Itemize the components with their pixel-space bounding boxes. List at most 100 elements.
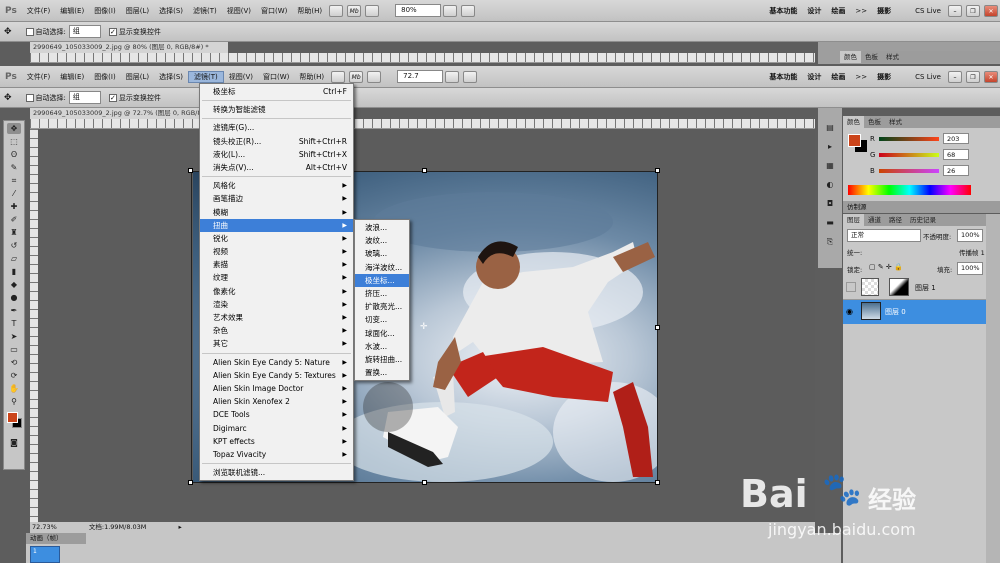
tab-clone-source[interactable]: 仿制源 [843,203,867,211]
hand-icon[interactable] [443,4,458,17]
minibridge-button-front[interactable]: Mb [349,70,364,83]
brush-tool-icon[interactable]: ✐ [7,214,21,225]
b-value[interactable]: 26 [943,165,969,176]
actions-panel-icon[interactable]: ▸ [823,141,837,152]
tab-color[interactable]: 颜色 [843,116,864,128]
filter-menu-item[interactable]: 转换为智能滤镜 [200,103,353,116]
distort-menu-item[interactable]: 海洋波纹... [355,261,409,274]
filter-menu-item[interactable]: 杂色 ▶ [200,324,353,337]
filter-menu-item[interactable]: 像素化 ▶ [200,285,353,298]
filter-menu-item[interactable]: 浏览联机滤镜... [200,466,353,479]
filter-menu-item[interactable]: 消失点(V)... Alt+Ctrl+V [200,161,353,174]
minimize-icon-front[interactable]: – [948,70,962,83]
filter-menu-item[interactable]: 滤镜库(G)... [200,121,353,134]
bridge-icon[interactable] [329,4,344,17]
layer-row[interactable]: 图层 1 [843,276,986,300]
filter-menu-item[interactable]: 液化(L)... Shift+Ctrl+X [200,148,353,161]
eyedropper-tool-icon[interactable]: ⁄ [7,188,21,199]
blur-tool-icon[interactable]: ◆ [7,279,21,290]
show-transform-checkbox-front[interactable]: ✓ [108,93,117,102]
restore-icon-front[interactable]: ❐ [966,70,980,83]
3d-camera-tool-icon[interactable]: ⟳ [7,370,21,381]
lock-icons[interactable]: ▢ ✎ ✛ 🔒 [869,263,903,271]
back-doc-tab[interactable]: 2990649_105033009_2.jpg @ 80% (图层 0, RGB… [30,42,228,53]
masks-panel-icon[interactable]: ◘ [823,198,837,209]
rotate-view-icon[interactable] [461,4,476,17]
r-value[interactable]: 203 [943,133,969,144]
workspace-essentials[interactable]: 基本功能 [764,6,802,16]
auto-select-checkbox[interactable] [25,27,34,36]
adjustments-panel-icon[interactable]: ◐ [823,179,837,190]
tab-paths[interactable]: 路径 [885,214,906,226]
hand-icon-front[interactable] [445,70,460,83]
type-tool-icon[interactable]: T [7,318,21,329]
distort-menu-item[interactable]: 旋转扭曲... [355,353,409,366]
workspace-essentials-front[interactable]: 基本功能 [764,72,802,82]
filter-menu-item[interactable]: DCE Tools ▶ [200,408,353,421]
distort-menu-item[interactable]: 切变... [355,313,409,326]
tab-channels[interactable]: 通道 [864,214,885,226]
visibility-toggle[interactable] [846,282,856,292]
bridge-icon-front[interactable] [331,70,346,83]
minimize-icon[interactable]: – [948,4,962,17]
healing-tool-icon[interactable]: ✚ [7,201,21,212]
menu-image-front[interactable]: 图像(I) [89,72,121,82]
eye-icon[interactable]: ◉ [846,307,853,316]
filter-menu-item[interactable]: 艺术效果 ▶ [200,311,353,324]
tab-history[interactable]: 历史记录 [906,214,940,226]
transform-handle-tl[interactable] [188,168,193,173]
filter-menu-item[interactable]: 扭曲 ▶ [200,218,353,232]
doc-tab[interactable]: 2990649_105033009_2.jpg @ 72.7% (图层 0, R… [30,108,200,119]
minibridge-button[interactable]: Mb [347,4,362,17]
menu-file[interactable]: 文件(F) [22,6,56,16]
distort-menu-item[interactable]: 挤压... [355,287,409,300]
menu-edit[interactable]: 编辑(E) [55,6,89,16]
distort-menu-item[interactable]: 扩散亮光... [355,300,409,313]
g-value[interactable]: 68 [943,149,969,160]
distort-menu-item[interactable]: 置换... [355,366,409,379]
zoom-level-front[interactable]: 72.7 [397,70,444,83]
workspace-photography[interactable]: 摄影 [872,6,896,16]
dodge-tool-icon[interactable]: ● [7,292,21,303]
filter-menu-item[interactable]: Alien Skin Xenofex 2 ▶ [200,395,353,408]
menu-select-front[interactable]: 选择(S) [154,72,188,82]
extras-icon-front[interactable] [367,70,382,83]
tab-layers[interactable]: 图层 [843,214,864,226]
menu-window-front[interactable]: 窗口(W) [258,72,294,82]
filter-menu-item[interactable]: Digimarc ▶ [200,422,353,435]
color-spectrum[interactable] [848,185,971,195]
menu-window[interactable]: 窗口(W) [256,6,292,16]
menu-layer-front[interactable]: 图层(L) [121,72,154,82]
filter-menu-item[interactable]: 其它 ▶ [200,337,353,350]
pen-tool-icon[interactable]: ✒ [7,305,21,316]
menu-view-front[interactable]: 视图(V) [224,72,258,82]
filter-menu-item[interactable]: 渲染 ▶ [200,298,353,311]
auto-select-checkbox-front[interactable] [25,93,34,102]
distort-menu-item[interactable]: 波浪... [355,221,409,234]
crop-tool-icon[interactable]: ⌗ [7,175,21,186]
workspace-photography-front[interactable]: 摄影 [872,72,896,82]
opacity-value[interactable]: 100% [957,229,983,242]
r-slider[interactable] [879,137,939,141]
quick-mask-icon[interactable]: ◙ [7,437,21,448]
zoom-tool-icon[interactable]: ⚲ [7,396,21,407]
rotate-view-icon-front[interactable] [463,70,478,83]
tool-presets-icon[interactable]: ▬ [823,217,837,228]
history-panel-icon[interactable]: ▤ [823,122,837,133]
extras-icon[interactable] [365,4,380,17]
transform-center-icon[interactable]: ✛ [420,322,428,332]
menu-help-front[interactable]: 帮助(H) [294,72,329,82]
filter-menu-item[interactable]: Alien Skin Eye Candy 5: Nature ▶ [200,356,353,369]
transform-handle-tm[interactable] [422,168,427,173]
animation-frame[interactable]: 1 [30,546,60,563]
path-select-tool-icon[interactable]: ➤ [7,331,21,342]
marquee-tool-icon[interactable]: ⬚ [7,136,21,147]
distort-menu-item[interactable]: 极坐标... [355,273,409,287]
close-icon-front[interactable]: ✕ [984,70,998,83]
workspace-overflow-front[interactable]: >> [850,73,872,81]
move-tool-icon[interactable]: ✥ [7,123,21,134]
menu-filter-front[interactable]: 滤镜(T) [188,70,224,83]
menu-layer[interactable]: 图层(L) [121,6,154,16]
propagate-frame-label[interactable]: 传播帧 1 [959,247,985,257]
blend-mode-dropdown[interactable]: 正常 [847,229,921,242]
